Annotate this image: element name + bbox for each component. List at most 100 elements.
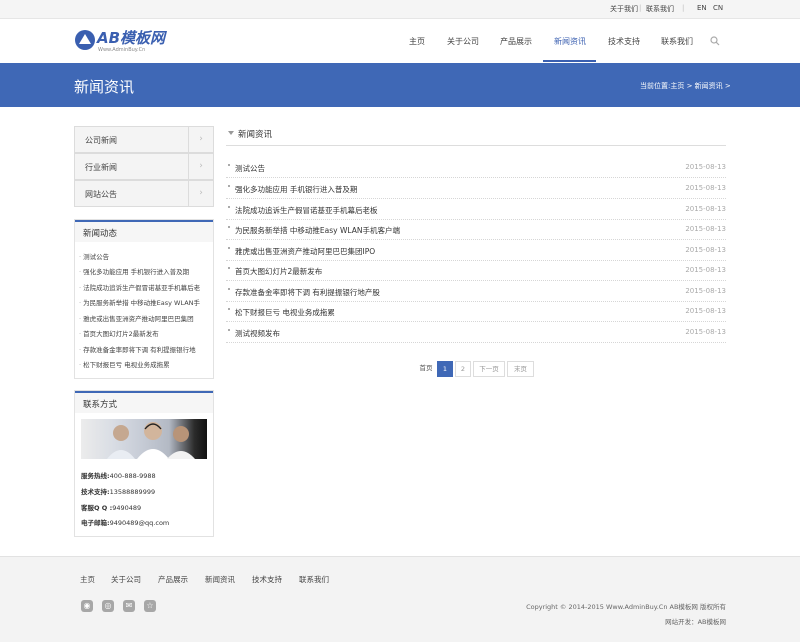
contact-value: 9490489 <box>112 504 142 512</box>
site-header: AB模板网 Www.AdminBuy.Cn 主页 关于公司 产品展示 新闻资讯 … <box>0 19 800 63</box>
bullet-icon <box>228 288 230 290</box>
bullet-icon <box>228 267 230 269</box>
contact-label: 服务热线: <box>81 472 110 480</box>
top-link-contact[interactable]: 联系我们 <box>646 4 674 14</box>
news-date: 2015-08-13 <box>685 246 726 254</box>
contact-value: 400-888-9988 <box>109 472 156 480</box>
star-icon[interactable]: ☆ <box>144 600 156 612</box>
lang-cn[interactable]: CN <box>713 4 723 12</box>
copyright-text: Copyright © 2014-2015 Www.AdminBuy.Cn AB… <box>526 603 726 611</box>
sidebar-item-label: 网站公告 <box>85 190 117 199</box>
weibo-icon[interactable]: ◉ <box>81 600 93 612</box>
contact-label: 客服Q Q : <box>81 504 113 512</box>
news-title[interactable]: 松下财报巨亏 电视业务成拖累 <box>235 307 335 318</box>
news-date: 2015-08-13 <box>685 225 726 233</box>
news-date: 2015-08-13 <box>685 163 726 171</box>
table-row[interactable]: 存款准备金率即将下调 有利提振银行地产股 2015-08-13 <box>226 281 726 302</box>
news-title[interactable]: 测试视频发布 <box>235 328 280 339</box>
news-title[interactable]: 法院成功追诉生产假冒诺基亚手机幕后老板 <box>235 205 378 216</box>
contact-value: 9490489@qq.com <box>109 519 170 527</box>
list-item[interactable]: 存款准备金率即将下调 有利提振银行地 <box>79 344 209 354</box>
list-item[interactable]: 法院成功追诉生产假冒诺基亚手机幕后老 <box>79 282 209 292</box>
page-next[interactable]: 下一页 <box>473 361 505 377</box>
tencent-icon[interactable]: ◎ <box>102 600 114 612</box>
top-divider: | <box>682 4 685 12</box>
news-title[interactable]: 雅虎或出售亚洲资产推动阿里巴巴集团IPO <box>235 246 375 257</box>
news-date: 2015-08-13 <box>685 266 726 274</box>
table-row[interactable]: 强化多功能应用 手机银行进入普及期 2015-08-13 <box>226 178 726 199</box>
news-date: 2015-08-13 <box>685 307 726 315</box>
table-row[interactable]: 测试公告 2015-08-13 <box>226 157 726 178</box>
logo-emblem-icon <box>75 30 95 50</box>
news-title[interactable]: 存款准备金率即将下调 有利提振银行地产股 <box>235 287 380 298</box>
list-item[interactable]: 测试公告 <box>79 251 209 261</box>
search-icon[interactable] <box>710 36 720 46</box>
developer-credit: 网站开发：AB模板网 <box>665 618 726 626</box>
contact-value: 13588889999 <box>109 488 156 496</box>
breadcrumb[interactable]: 当前位置:主页 > 新闻资讯 > <box>640 81 731 91</box>
footer-link-products[interactable]: 产品展示 <box>158 574 188 585</box>
box-header: 联系方式 <box>75 391 213 413</box>
table-row[interactable]: 测试视频发布 2015-08-13 <box>226 322 726 343</box>
bullet-icon <box>228 226 230 228</box>
news-title[interactable]: 首页大图幻灯片2最新发布 <box>235 266 322 277</box>
bullet-icon <box>228 247 230 249</box>
bullet-icon <box>228 308 230 310</box>
list-item[interactable]: 为民服务新举措 中移动推Easy WLAN手 <box>79 297 209 307</box>
news-title[interactable]: 测试公告 <box>235 163 265 174</box>
page-banner: 新闻资讯 当前位置:主页 > 新闻资讯 > <box>0 63 800 107</box>
table-row[interactable]: 雅虎或出售亚洲资产推动阿里巴巴集团IPO 2015-08-13 <box>226 240 726 261</box>
section-divider <box>226 145 726 146</box>
sidebar-item-company-news[interactable]: 公司新闻 › <box>74 126 214 153</box>
box-header: 新闻动态 <box>75 220 213 242</box>
contact-box: 联系方式 服务热线:400-888-9988 技术支持:13588889999 … <box>74 390 214 537</box>
table-row[interactable]: 首页大图幻灯片2最新发布 2015-08-13 <box>226 260 726 281</box>
sidebar-item-label: 行业新闻 <box>85 163 117 172</box>
list-item[interactable]: 松下财报巨亏 电视业务成拖累 <box>79 359 209 369</box>
news-date: 2015-08-13 <box>685 205 726 213</box>
bullet-icon <box>228 185 230 187</box>
nav-home[interactable]: 主页 <box>409 36 425 47</box>
news-title[interactable]: 强化多功能应用 手机银行进入普及期 <box>235 184 357 195</box>
nav-news[interactable]: 新闻资讯 <box>554 36 586 47</box>
logo-text: AB模板网 <box>97 29 166 47</box>
contact-qq: 客服Q Q :9490489 <box>81 502 141 512</box>
table-row[interactable]: 法院成功追诉生产假冒诺基亚手机幕后老板 2015-08-13 <box>226 199 726 220</box>
lang-en[interactable]: EN <box>697 4 707 12</box>
contact-support: 技术支持:13588889999 <box>81 486 155 496</box>
news-date: 2015-08-13 <box>685 328 726 336</box>
sidebar-item-label: 公司新闻 <box>85 136 117 145</box>
table-row[interactable]: 松下财报巨亏 电视业务成拖累 2015-08-13 <box>226 301 726 322</box>
nav-contact[interactable]: 联系我们 <box>661 36 693 47</box>
list-item[interactable]: 强化多功能应用 手机银行进入普及期 <box>79 266 209 276</box>
bullet-icon <box>228 164 230 166</box>
list-item[interactable]: 首页大图幻灯片2最新发布 <box>79 328 209 338</box>
sidebar-item-announcements[interactable]: 网站公告 › <box>74 180 214 207</box>
list-item[interactable]: 雅虎或出售亚洲资产推动阿里巴巴集团 <box>79 313 209 323</box>
page-last[interactable]: 末页 <box>507 361 534 377</box>
page-first[interactable]: 首页 <box>417 361 435 375</box>
footer-link-about[interactable]: 关于公司 <box>111 574 141 585</box>
top-divider: | <box>639 4 642 12</box>
footer-link-news[interactable]: 新闻资讯 <box>205 574 235 585</box>
chat-icon[interactable]: ✉ <box>123 600 135 612</box>
nav-about[interactable]: 关于公司 <box>447 36 479 47</box>
site-logo[interactable]: AB模板网 Www.AdminBuy.Cn <box>74 27 169 57</box>
nav-support[interactable]: 技术支持 <box>608 36 640 47</box>
box-title: 新闻动态 <box>83 229 118 239</box>
footer-link-support[interactable]: 技术支持 <box>252 574 282 585</box>
site-footer: 主页 关于公司 产品展示 新闻资讯 技术支持 联系我们 ◉ ◎ ✉ ☆ Copy… <box>0 556 800 642</box>
news-title[interactable]: 为民服务新举措 中移动推Easy WLAN手机客户端 <box>235 225 400 236</box>
table-row[interactable]: 为民服务新举措 中移动推Easy WLAN手机客户端 2015-08-13 <box>226 219 726 240</box>
chevron-right-icon: › <box>188 181 213 206</box>
footer-link-home[interactable]: 主页 <box>80 574 95 585</box>
footer-link-contact[interactable]: 联系我们 <box>299 574 329 585</box>
nav-products[interactable]: 产品展示 <box>500 36 532 47</box>
sidebar-item-industry-news[interactable]: 行业新闻 › <box>74 153 214 180</box>
contact-email: 电子邮箱:9490489@qq.com <box>81 517 169 527</box>
logo-subtext: Www.AdminBuy.Cn <box>98 47 146 53</box>
page-1[interactable]: 1 <box>437 361 453 377</box>
top-link-about[interactable]: 关于我们 <box>610 4 638 14</box>
bullet-icon <box>228 329 230 331</box>
page-2[interactable]: 2 <box>455 361 471 377</box>
